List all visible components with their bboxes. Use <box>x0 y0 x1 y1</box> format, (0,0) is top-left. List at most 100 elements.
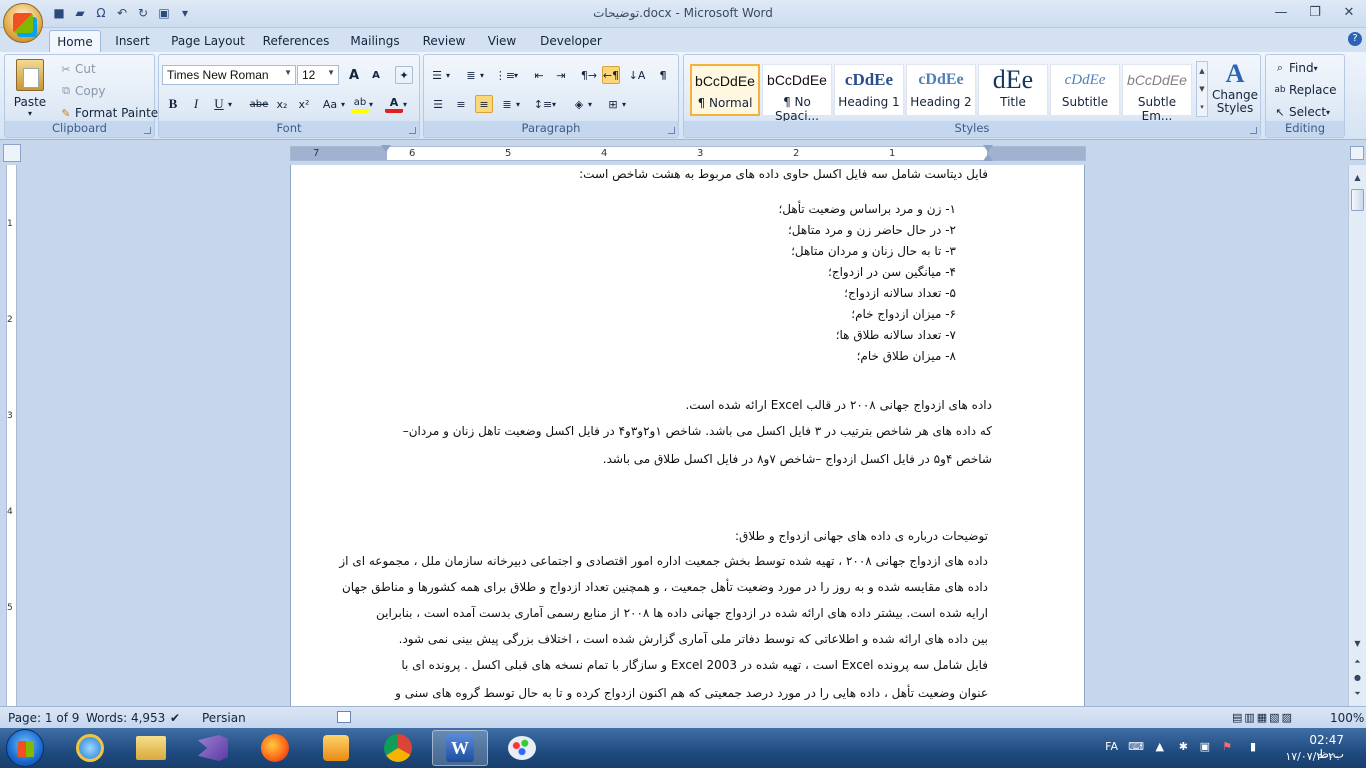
style-heading-1[interactable]: cDdEe Heading 1 <box>834 64 904 116</box>
font-size-select[interactable]: 12 ▼ <box>297 65 339 85</box>
minimize-button[interactable]: — <box>1264 0 1298 24</box>
tab-mailings[interactable]: Mailings <box>345 30 405 52</box>
devices-icon[interactable]: ▣ <box>1200 740 1210 753</box>
previous-page-icon[interactable]: ⏶ <box>1349 657 1366 671</box>
document-page[interactable]: فایل دیتاست شامل سه فایل اکسل حاوی داده … <box>290 165 1085 706</box>
word-count[interactable]: Words: 4,953 <box>86 711 165 725</box>
tab-insert[interactable]: Insert <box>110 30 155 52</box>
view-ruler-icon[interactable] <box>1350 146 1364 160</box>
proofing-icon[interactable]: ✔ <box>170 711 180 725</box>
clock-date[interactable]: ۱۷/۰۷/۲۰۲۰ <box>1285 750 1340 763</box>
change-case-button[interactable]: Aa ▾ <box>319 95 345 113</box>
taskbar-visual-studio[interactable] <box>185 730 241 766</box>
bullets-button[interactable]: ☰ ▾ <box>428 66 450 84</box>
tab-view[interactable]: View <box>482 30 522 52</box>
borders-button[interactable]: ⊞ ▾ <box>604 95 626 113</box>
action-center-icon[interactable]: ⚑ <box>1222 740 1232 753</box>
strikethrough-button[interactable]: abe <box>247 95 271 113</box>
style-subtitle[interactable]: cDdEe Subtitle <box>1050 64 1120 116</box>
ruler-strip[interactable]: 7 6 5 4 3 2 1 <box>290 145 1086 161</box>
taskbar-word[interactable]: W <box>432 730 488 766</box>
decrease-indent-button[interactable]: ⇤ <box>530 66 548 84</box>
align-right-button[interactable]: ≡ <box>475 95 493 113</box>
style-title[interactable]: dEe Title <box>978 64 1048 116</box>
vertical-scrollbar[interactable]: ▲ ▼ ⏶ ● ⏷ <box>1348 165 1366 706</box>
tab-page-layout[interactable]: Page Layout <box>170 30 246 52</box>
sort-button[interactable]: ↓A <box>628 66 646 84</box>
close-button[interactable]: ✕ <box>1332 0 1366 24</box>
copy-button[interactable]: ⧉ Copy <box>57 82 105 100</box>
page-count[interactable]: Page: 1 of 9 <box>8 711 79 725</box>
align-left-button[interactable]: ☰ <box>429 95 447 113</box>
italic-button[interactable]: I <box>187 95 205 113</box>
styles-dialog-launcher[interactable] <box>1250 127 1257 134</box>
increase-indent-button[interactable]: ⇥ <box>552 66 570 84</box>
view-buttons[interactable]: ▤▥▦▧▨ <box>1232 711 1332 724</box>
taskbar-firefox[interactable] <box>247 730 303 766</box>
change-styles-button[interactable]: A Change Styles <box>1212 59 1258 115</box>
subscript-button[interactable]: x₂ <box>273 95 291 113</box>
justify-button[interactable]: ≣ ▾ <box>498 95 520 113</box>
show-marks-button[interactable]: ¶ <box>654 66 672 84</box>
taskbar-ie[interactable] <box>62 730 118 766</box>
multilevel-list-button[interactable]: ⋮≡ ▾ <box>495 66 518 84</box>
network-icon[interactable]: ▮ <box>1250 740 1256 753</box>
language-indicator[interactable]: Persian <box>202 711 246 725</box>
language-bar[interactable]: FA <box>1105 740 1118 753</box>
line-spacing-button[interactable]: ↕≡ ▾ <box>534 95 556 113</box>
grow-font-button[interactable]: A <box>345 66 363 84</box>
underline-button[interactable]: U ▾ <box>210 95 232 113</box>
scroll-thumb[interactable] <box>1351 189 1364 211</box>
taskbar-explorer[interactable] <box>123 730 179 766</box>
bluetooth-icon[interactable]: ✱ <box>1179 740 1188 753</box>
clipboard-dialog-launcher[interactable] <box>144 127 151 134</box>
style-heading-2[interactable]: cDdEe Heading 2 <box>906 64 976 116</box>
paste-button[interactable]: Paste ▾ <box>11 59 49 119</box>
paragraph-dialog-launcher[interactable] <box>668 127 675 134</box>
font-dialog-launcher[interactable] <box>409 127 416 134</box>
taskbar-chrome[interactable] <box>370 730 426 766</box>
scroll-up-icon[interactable]: ▲ <box>1349 173 1366 187</box>
align-center-button[interactable]: ≡ <box>452 95 470 113</box>
shrink-font-button[interactable]: A <box>367 66 385 84</box>
numbering-button[interactable]: ≣ ▾ <box>462 66 484 84</box>
select-browse-object-icon[interactable]: ● <box>1349 673 1366 687</box>
left-indent-marker[interactable] <box>381 145 391 152</box>
superscript-button[interactable]: x² <box>295 95 313 113</box>
macro-record-icon[interactable] <box>337 711 351 723</box>
bold-button[interactable]: B <box>164 95 182 113</box>
style-no-spacing[interactable]: bCcDdEe ¶ No Spaci... <box>762 64 832 123</box>
right-indent-marker[interactable] <box>983 145 993 152</box>
taskbar-media-player[interactable] <box>308 730 364 766</box>
hanging-indent-marker[interactable] <box>983 154 993 161</box>
taskbar-paint[interactable] <box>494 730 550 766</box>
styles-scroll[interactable]: ▲ ▼ ▾ <box>1196 61 1208 117</box>
clear-formatting-button[interactable]: ✦ <box>395 66 413 84</box>
replace-button[interactable]: ab Replace <box>1271 81 1336 99</box>
zoom-level[interactable]: 100% <box>1330 711 1364 725</box>
format-painter-button[interactable]: ✎ Format Painter <box>57 104 163 122</box>
font-color-button[interactable]: A ▾ <box>385 95 407 113</box>
cut-button[interactable]: ✂ Cut <box>57 60 95 78</box>
tab-review[interactable]: Review <box>418 30 470 52</box>
style-subtle-emphasis[interactable]: bCcDdEe Subtle Em... <box>1122 64 1192 123</box>
tab-references[interactable]: References <box>260 30 332 52</box>
font-family-select[interactable]: Times New Roman ▼ <box>162 65 296 85</box>
find-button[interactable]: ⌕ Find ▾ <box>1271 59 1318 77</box>
rtl-button[interactable]: ←¶ <box>602 66 620 84</box>
maximize-button[interactable]: ❐ <box>1298 0 1332 24</box>
style-normal[interactable]: bCcDdEe ¶ Normal <box>690 64 760 116</box>
keyboard-icon[interactable]: ⌨ <box>1128 740 1144 753</box>
help-icon[interactable]: ? <box>1348 32 1362 46</box>
tab-developer[interactable]: Developer <box>536 30 606 52</box>
shading-button[interactable]: ◈ ▾ <box>570 95 592 113</box>
vertical-ruler-strip[interactable] <box>6 165 17 706</box>
next-page-icon[interactable]: ⏷ <box>1349 689 1366 703</box>
scroll-down-icon[interactable]: ▼ <box>1349 639 1366 653</box>
tab-home[interactable]: Home <box>49 30 101 52</box>
start-button[interactable] <box>6 729 44 767</box>
highlight-button[interactable]: ab ▾ <box>351 95 373 113</box>
office-button[interactable] <box>3 3 43 43</box>
select-button[interactable]: ↖ Select ▾ <box>1271 103 1330 121</box>
ltr-button[interactable]: ¶→ <box>580 66 598 84</box>
